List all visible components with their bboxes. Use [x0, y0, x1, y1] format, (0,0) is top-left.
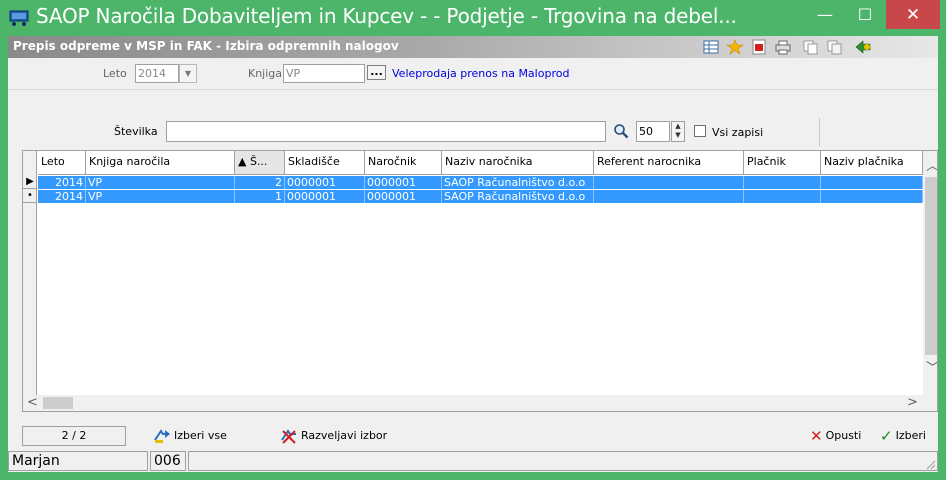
- cell-naziv-placnika: [821, 176, 923, 189]
- column-header-placnik[interactable]: Plačnik: [744, 151, 821, 175]
- cell-stevilka: 2: [235, 176, 285, 189]
- table-row[interactable]: 2014 VP 2 0000001 0000001 SAOP Računalni…: [38, 176, 923, 189]
- filter-row-search: Številka 50 ▲ ▼ Vsi zapisi: [8, 118, 938, 148]
- cancel-button[interactable]: ✕ Opusti: [810, 426, 861, 446]
- filter-row-top: Leto 2014 ▼ Knjiga VP ... Veleprodaja pr…: [8, 60, 938, 90]
- minimize-button[interactable]: —: [805, 0, 845, 30]
- status-code: 006: [150, 451, 186, 471]
- scroll-up-icon[interactable]: ︿: [926, 155, 937, 174]
- choose-label: Izberi: [895, 429, 926, 442]
- column-header-knjiga[interactable]: Knjiga naročila: [86, 151, 235, 175]
- knjiga-browse-button[interactable]: ...: [367, 65, 386, 80]
- count-spinner[interactable]: ▲ ▼: [671, 121, 685, 142]
- stevilka-input[interactable]: [166, 121, 606, 142]
- column-header-leto[interactable]: Leto: [38, 151, 86, 175]
- cell-narocnik: 0000001: [365, 190, 442, 203]
- cell-skladisce: 0000001: [285, 190, 365, 203]
- leto-label: Leto: [103, 67, 127, 80]
- resize-grip-icon[interactable]: [924, 458, 936, 470]
- choose-button[interactable]: ✓ Izberi: [880, 426, 926, 446]
- scroll-down-icon[interactable]: ﹀: [926, 357, 937, 376]
- cell-naziv-narocnika: SAOP Računalništvo d.o.o: [442, 190, 594, 203]
- vsi-zapisi-label: Vsi zapisi: [712, 126, 764, 139]
- scroll-left-icon[interactable]: <: [27, 395, 38, 410]
- cell-naziv-narocnika: SAOP Računalništvo d.o.o: [442, 176, 594, 189]
- form-header: Prepis odpreme v MSP in FAK - Izbira odp…: [8, 36, 938, 58]
- exit-icon[interactable]: [854, 39, 872, 55]
- title-bar[interactable]: SAOP Naročila Dobaviteljem in Kupcev - -…: [0, 0, 946, 36]
- horizontal-scroll-thumb[interactable]: [43, 397, 73, 409]
- select-all-label: Izberi vse: [174, 429, 227, 442]
- cell-narocnik: 0000001: [365, 176, 442, 189]
- copy-icon[interactable]: [802, 39, 820, 55]
- cell-skladisce: 0000001: [285, 176, 365, 189]
- status-user: Marjan: [8, 451, 148, 471]
- cell-placnik: [744, 176, 821, 189]
- undo-selection-icon: [281, 429, 296, 444]
- column-header-narocnik[interactable]: Naročnik: [365, 151, 442, 175]
- table-row[interactable]: 2014 VP 1 0000001 0000001 SAOP Računalni…: [38, 190, 923, 203]
- cell-naziv-placnika: [821, 190, 923, 203]
- chevron-down-icon[interactable]: ▼: [179, 64, 197, 83]
- cell-stevilka: 1: [235, 190, 285, 203]
- knjiga-field[interactable]: VP: [283, 64, 365, 83]
- column-header-skladisce[interactable]: Skladišče: [285, 151, 365, 175]
- cell-knjiga: VP: [86, 176, 235, 189]
- select-all-button[interactable]: Izberi vse: [153, 426, 227, 446]
- column-header-stevilka[interactable]: ▲ Š...: [235, 151, 285, 175]
- undo-selection-button[interactable]: Razveljavi izbor: [280, 426, 387, 446]
- client-area: Prepis odpreme v MSP in FAK - Izbira odp…: [8, 36, 938, 472]
- pdf-icon[interactable]: [750, 39, 768, 55]
- grid-view-icon[interactable]: [702, 39, 720, 55]
- vertical-scrollbar[interactable]: ︿ ﹀: [923, 151, 937, 411]
- cell-placnik: [744, 190, 821, 203]
- scroll-right-icon[interactable]: >: [907, 395, 918, 410]
- form-title: Prepis odpreme v MSP in FAK - Izbira odp…: [13, 39, 399, 53]
- window-title: SAOP Naročila Dobaviteljem in Kupcev - -…: [36, 4, 737, 28]
- knjiga-description: Veleprodaja prenos na Maloprod: [392, 67, 570, 80]
- separator: [819, 118, 820, 146]
- checkmark-icon: ✓: [880, 427, 893, 445]
- record-counter: 2 / 2: [22, 426, 126, 446]
- search-icon[interactable]: [613, 123, 629, 139]
- cell-knjiga: VP: [86, 190, 235, 203]
- row-marker-icon: •: [23, 190, 37, 203]
- status-bar: Marjan 006: [8, 450, 938, 472]
- star-icon[interactable]: [726, 39, 744, 55]
- cell-referent: [594, 190, 744, 203]
- application-window: SAOP Naročila Dobaviteljem in Kupcev - -…: [0, 0, 946, 480]
- undo-selection-label: Razveljavi izbor: [301, 429, 388, 442]
- shopping-cart-icon: [9, 10, 29, 26]
- row-pointer-icon: ▶: [23, 176, 37, 189]
- column-header-referent[interactable]: Referent narocnika: [594, 151, 744, 175]
- copy-alt-icon[interactable]: [826, 39, 844, 55]
- vsi-zapisi-checkbox[interactable]: [694, 125, 706, 137]
- cancel-label: Opusti: [825, 429, 862, 442]
- cell-leto: 2014: [38, 190, 86, 203]
- cell-referent: [594, 176, 744, 189]
- leto-combo[interactable]: 2014: [135, 64, 179, 83]
- column-header-naziv-placnika[interactable]: Naziv plačnika: [821, 151, 923, 175]
- action-bar: 2 / 2 Izberi vse Razveljavi izbor ✕ Opust…: [8, 422, 938, 448]
- status-message: [188, 451, 938, 471]
- close-button[interactable]: ✕: [886, 0, 940, 29]
- print-icon[interactable]: [774, 39, 792, 55]
- vertical-scroll-thumb[interactable]: [925, 177, 937, 355]
- select-all-icon: [154, 429, 170, 443]
- knjiga-label: Knjiga: [248, 67, 283, 80]
- record-count-input[interactable]: 50: [636, 121, 670, 142]
- horizontal-scrollbar[interactable]: < >: [23, 395, 923, 411]
- column-header-naziv-narocnika[interactable]: Naziv naročnika: [442, 151, 594, 175]
- maximize-button[interactable]: ☐: [845, 0, 885, 30]
- cell-leto: 2014: [38, 176, 86, 189]
- stevilka-label: Številka: [114, 125, 158, 138]
- orders-table[interactable]: Leto Knjiga naročila ▲ Š... Skladišče Na…: [22, 150, 938, 412]
- cancel-icon: ✕: [810, 427, 823, 445]
